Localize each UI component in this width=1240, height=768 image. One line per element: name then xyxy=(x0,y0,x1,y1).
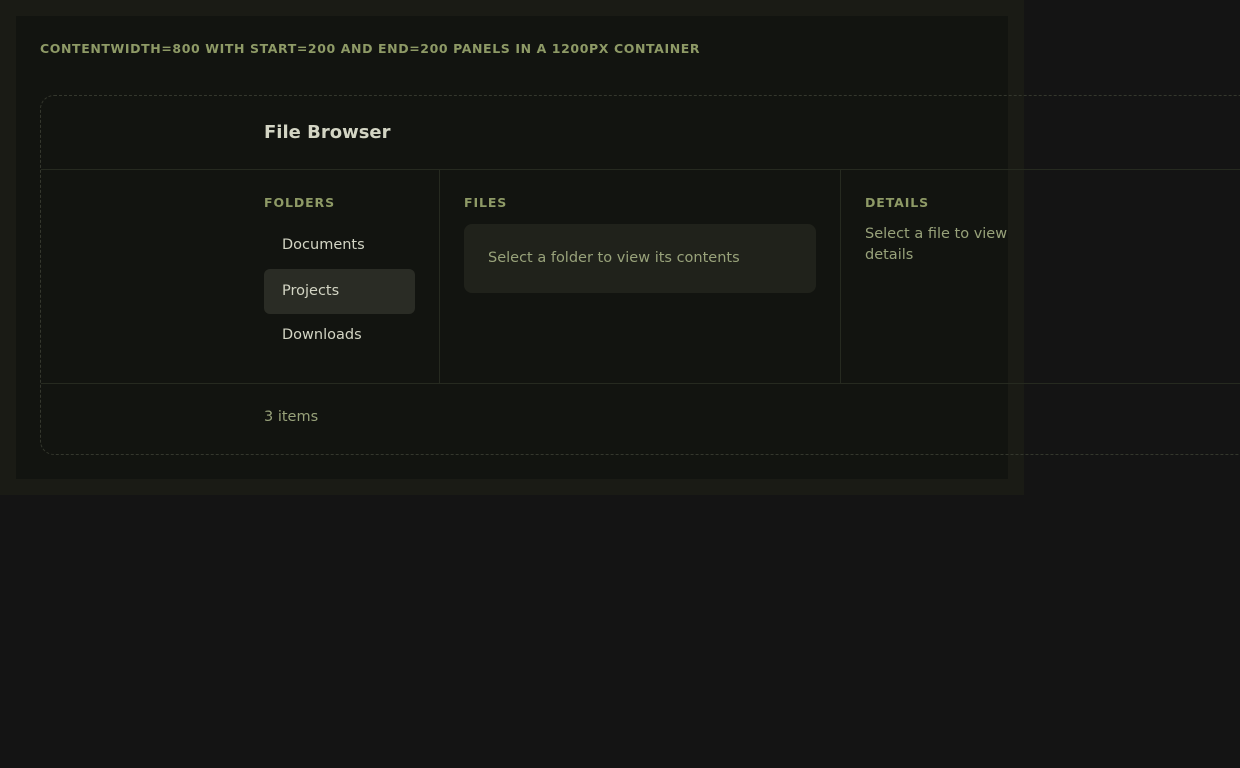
files-panel-label: FILES xyxy=(464,195,508,210)
files-empty-state: Select a folder to view its contents xyxy=(464,224,816,293)
folder-item-downloads[interactable]: Downloads xyxy=(264,313,415,358)
panel-divider-end xyxy=(840,170,841,383)
demo-caption: CONTENTWIDTH=800 WITH START=200 AND END=… xyxy=(40,41,701,56)
item-count: 3 items xyxy=(264,409,319,425)
footer-divider xyxy=(41,383,1240,384)
folders-panel-label: FOLDERS xyxy=(264,195,335,210)
panel-divider-start xyxy=(439,170,440,383)
folder-item-projects[interactable]: Projects xyxy=(264,269,415,314)
details-panel-label: DETAILS xyxy=(865,195,930,210)
page-title: File Browser xyxy=(264,122,391,143)
details-empty-state: Select a file to view details xyxy=(865,226,1008,263)
folder-item-documents[interactable]: Documents xyxy=(264,223,415,268)
header-divider xyxy=(41,169,1240,170)
